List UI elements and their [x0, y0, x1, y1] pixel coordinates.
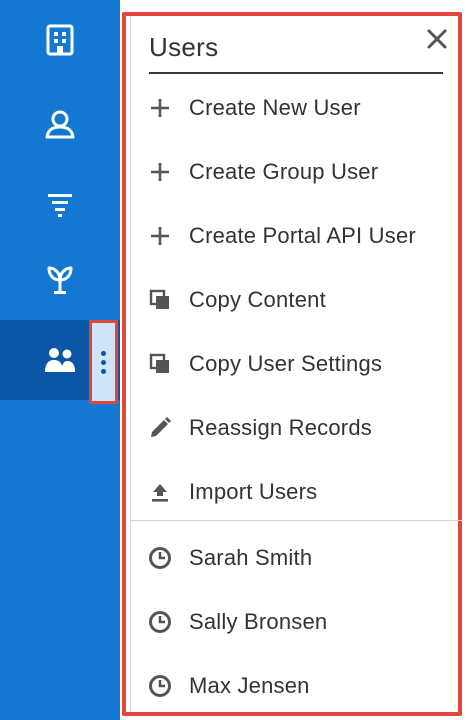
sidebar-item-leads[interactable]	[0, 164, 120, 244]
upload-icon	[147, 479, 173, 505]
users-icon	[40, 340, 80, 380]
menu-item-create-portal-api-user[interactable]: Create Portal API User	[131, 204, 463, 268]
copy-icon	[147, 351, 173, 377]
section-divider	[131, 520, 463, 521]
menu-item-create-group-user[interactable]: Create Group User	[131, 140, 463, 204]
clock-icon	[147, 609, 173, 635]
users-menu-panel: Users Create New User Create Group User …	[122, 12, 463, 716]
sprout-icon	[40, 260, 80, 300]
menu-item-label: Create Group User	[189, 159, 379, 184]
pencil-icon	[147, 415, 173, 441]
plus-icon	[147, 223, 173, 249]
menu-item-create-new-user[interactable]: Create New User	[131, 76, 463, 140]
title-divider	[149, 72, 443, 74]
recent-item-label: Sally Bronsen	[189, 609, 328, 634]
building-icon	[40, 20, 80, 60]
contact-icon	[40, 104, 80, 144]
sidebar-item-opportunities[interactable]	[0, 240, 120, 320]
users-menu-inner: Users Create New User Create Group User …	[130, 16, 463, 712]
menu-item-label: Create Portal API User	[189, 223, 416, 248]
close-icon[interactable]	[424, 26, 450, 52]
plus-icon	[147, 159, 173, 185]
menu-item-reassign-records[interactable]: Reassign Records	[131, 396, 463, 460]
plus-icon	[147, 95, 173, 121]
menu-item-label: Import Users	[189, 479, 318, 504]
panel-title: Users	[149, 32, 219, 62]
recent-item-sarah-smith[interactable]: Sarah Smith	[131, 526, 463, 590]
kebab-menu-button[interactable]	[89, 320, 118, 404]
menu-item-label: Create New User	[189, 95, 361, 120]
recent-item-sally-bronsen[interactable]: Sally Bronsen	[131, 590, 463, 654]
recent-item-label: Sarah Smith	[189, 545, 313, 570]
sidebar-item-accounts[interactable]	[0, 0, 120, 80]
clock-icon	[147, 545, 173, 571]
menu-item-copy-user-settings[interactable]: Copy User Settings	[131, 332, 463, 396]
recent-item-max-jensen[interactable]: Max Jensen	[131, 654, 463, 718]
sidebar-item-contacts[interactable]	[0, 84, 120, 164]
menu-item-copy-content[interactable]: Copy Content	[131, 268, 463, 332]
menu-item-import-users[interactable]: Import Users	[131, 460, 463, 524]
menu-item-label: Copy Content	[189, 287, 326, 312]
kebab-menu-icon	[101, 350, 106, 356]
copy-icon	[147, 287, 173, 313]
menu-item-label: Copy User Settings	[189, 351, 383, 376]
recent-item-label: Max Jensen	[189, 673, 310, 698]
funnel-icon	[40, 184, 80, 224]
menu-item-label: Reassign Records	[189, 415, 372, 440]
clock-icon	[147, 673, 173, 699]
